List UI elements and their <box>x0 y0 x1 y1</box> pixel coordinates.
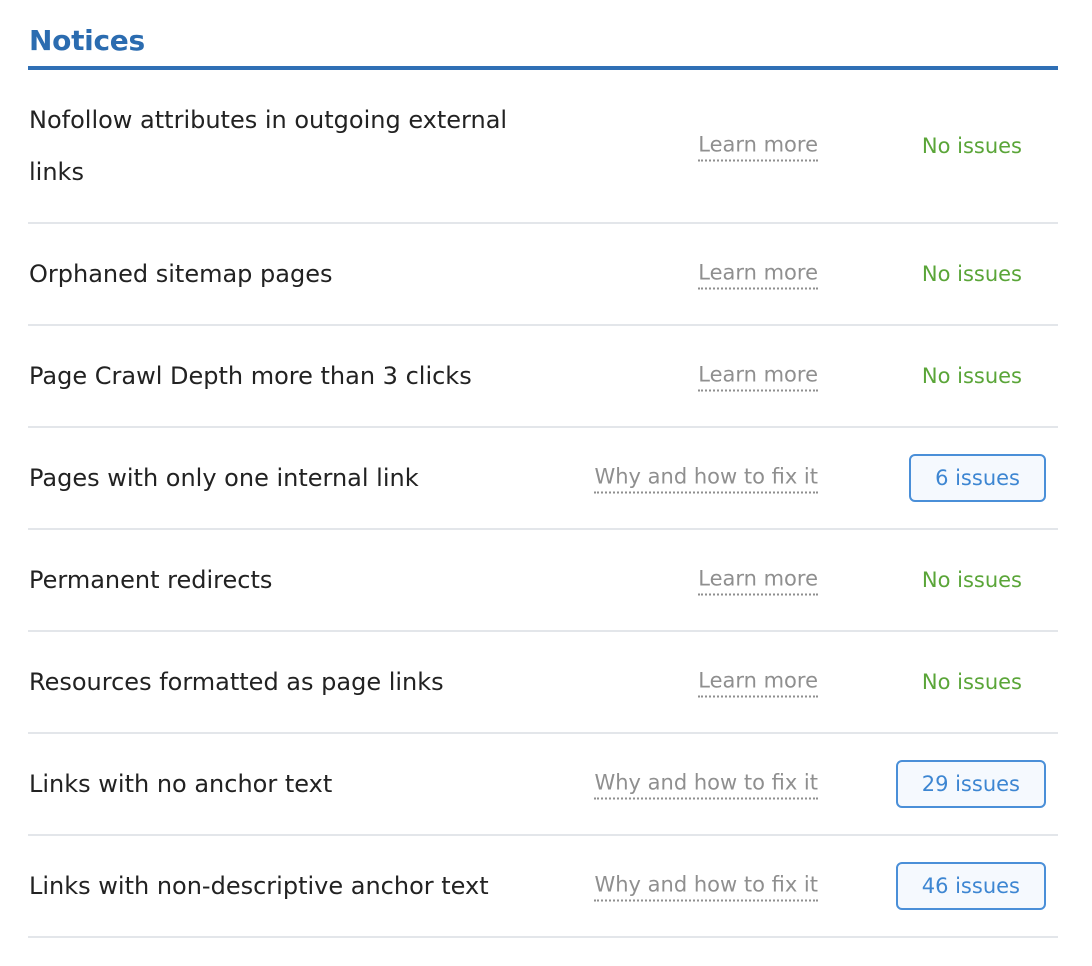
learn-more-link[interactable]: Learn more <box>698 667 818 698</box>
notices-section: Notices Nofollow attributes in outgoing … <box>28 0 1058 938</box>
issues-button[interactable]: 29 issues <box>895 760 1046 808</box>
why-fix-link[interactable]: Why and how to fix it <box>594 871 818 902</box>
learn-more-link[interactable]: Learn more <box>698 131 818 162</box>
no-issues-status: No issues <box>921 262 1022 286</box>
notice-label: Nofollow attributes in outgoing external… <box>29 106 508 186</box>
learn-more-link[interactable]: Learn more <box>698 565 818 596</box>
notice-row: Links with no anchor text Why and how to… <box>28 734 1058 836</box>
notice-label: Links with non-descriptive anchor text <box>29 872 489 900</box>
no-issues-status: No issues <box>921 364 1022 388</box>
learn-more-link[interactable]: Learn more <box>698 259 818 290</box>
notice-row: Permanent redirects Learn more No issues <box>28 530 1058 632</box>
notice-label: Pages with only one internal link <box>29 464 419 492</box>
notice-row: Nofollow attributes in outgoing external… <box>28 70 1058 224</box>
why-fix-link[interactable]: Why and how to fix it <box>594 463 818 494</box>
notice-label: Links with no anchor text <box>29 770 333 798</box>
notice-label: Page Crawl Depth more than 3 clicks <box>29 362 472 390</box>
notice-row: Page Crawl Depth more than 3 clicks Lear… <box>28 326 1058 428</box>
notice-row: Links with non-descriptive anchor text W… <box>28 836 1058 938</box>
no-issues-status: No issues <box>921 670 1022 694</box>
section-header: Notices <box>28 0 1058 66</box>
no-issues-status: No issues <box>921 568 1022 592</box>
no-issues-status: No issues <box>921 134 1022 158</box>
notice-row: Resources formatted as page links Learn … <box>28 632 1058 734</box>
notice-row: Pages with only one internal link Why an… <box>28 428 1058 530</box>
why-fix-link[interactable]: Why and how to fix it <box>594 769 818 800</box>
notice-label: Orphaned sitemap pages <box>29 260 333 288</box>
notice-label: Permanent redirects <box>29 566 273 594</box>
notice-row: Orphaned sitemap pages Learn more No iss… <box>28 224 1058 326</box>
notice-label: Resources formatted as page links <box>29 668 444 696</box>
learn-more-link[interactable]: Learn more <box>698 361 818 392</box>
section-title: Notices <box>29 24 145 57</box>
issues-button[interactable]: 6 issues <box>909 454 1046 502</box>
issues-button[interactable]: 46 issues <box>895 862 1046 910</box>
